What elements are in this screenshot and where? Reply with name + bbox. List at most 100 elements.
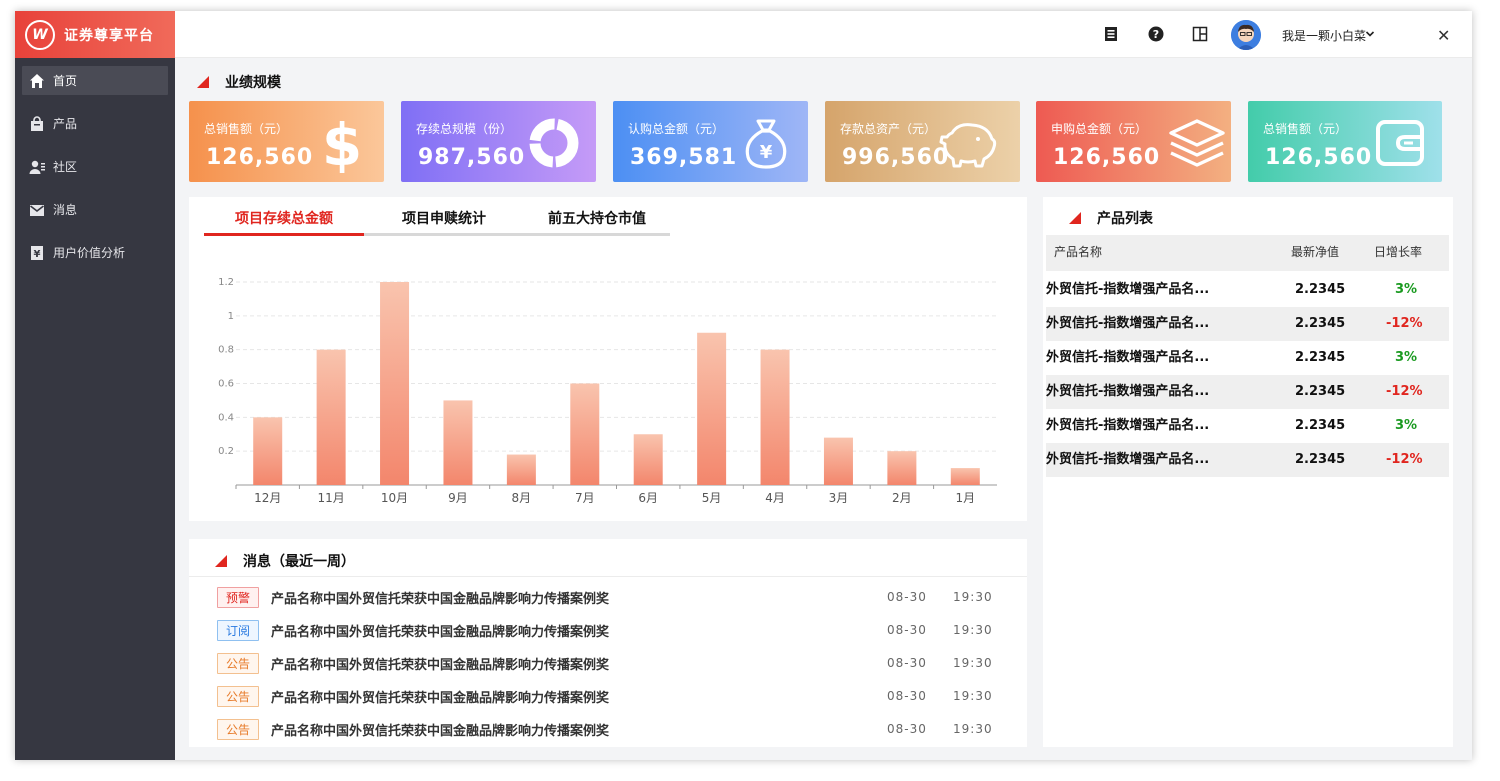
dollar-icon: $ xyxy=(322,113,362,173)
product-row[interactable]: 外贸信托-指数增强产品名... 2.2345 3% xyxy=(1046,273,1449,307)
sidebar-item-community[interactable]: 社区 xyxy=(22,152,168,181)
x-tick-label: 12月 xyxy=(254,491,281,505)
product-growth: 3% xyxy=(1395,350,1418,365)
product-row[interactable]: 外贸信托-指数增强产品名... 2.2345 3% xyxy=(1046,409,1449,443)
message-row[interactable]: 订阅 产品名称中国外贸信托荣获中国金融品牌影响力传播案例奖 08-30 19:30 xyxy=(217,619,1007,641)
card-label: 认购总金额（元） xyxy=(628,122,725,136)
svg-text:¥: ¥ xyxy=(760,142,773,163)
bar[interactable] xyxy=(506,454,536,485)
bar[interactable] xyxy=(760,349,790,485)
message-time: 19:30 xyxy=(953,656,993,670)
x-tick-label: 3月 xyxy=(829,491,849,505)
stat-card-outstanding-scale[interactable]: 存续总规模（份） 987,560 xyxy=(401,101,596,182)
message-row[interactable]: 公告 产品名称中国外贸信托荣获中国金融品牌影响力传播案例奖 08-30 19:30 xyxy=(217,685,1007,707)
money-bag-icon: ¥ xyxy=(745,119,787,169)
bar[interactable] xyxy=(887,451,917,485)
sidebar-item-label: 产品 xyxy=(53,117,78,131)
message-time: 19:30 xyxy=(953,689,993,703)
triangle-marker-icon xyxy=(1069,212,1081,224)
x-tick-label: 7月 xyxy=(575,491,595,505)
sidebar-item-label: 社区 xyxy=(53,160,78,174)
product-name: 外贸信托-指数增强产品名... xyxy=(1046,316,1210,331)
y-tick-label: 0.6 xyxy=(218,379,234,390)
bar[interactable] xyxy=(570,383,600,486)
x-tick-label: 11月 xyxy=(317,491,344,505)
brand-name: 证券尊享平台 xyxy=(64,27,154,44)
bar[interactable] xyxy=(443,400,473,485)
user-name[interactable]: 我是一颗小白菜 xyxy=(1282,27,1366,44)
card-label: 存续总规模（份） xyxy=(416,122,513,136)
users-icon xyxy=(29,159,45,175)
product-nav: 2.2345 xyxy=(1295,350,1346,365)
tab-outstanding-amount[interactable]: 项目存续总金额 xyxy=(204,207,364,236)
avatar[interactable] xyxy=(1231,20,1261,50)
stat-card-subscription-amount[interactable]: 认购总金额（元） 369,581 ¥ xyxy=(613,101,808,182)
bar[interactable] xyxy=(633,434,663,485)
bar[interactable] xyxy=(380,282,410,485)
column-header-growth: 日增长率 xyxy=(1374,245,1423,259)
stat-card-total-sales-2[interactable]: 总销售额（元） 126,560 xyxy=(1248,101,1442,182)
card-value: 987,560 xyxy=(418,145,526,170)
card-value: 126,560 xyxy=(206,145,314,170)
message-row[interactable]: 公告 产品名称中国外贸信托荣获中国金融品牌影响力传播案例奖 08-30 19:30 xyxy=(217,652,1007,674)
message-row[interactable]: 公告 产品名称中国外贸信托荣获中国金融品牌影响力传播案例奖 08-30 19:30 xyxy=(217,718,1007,740)
close-icon[interactable]: ✕ xyxy=(1437,26,1450,45)
stat-card-purchase-amount[interactable]: 申购总金额（元） 126,560 xyxy=(1036,101,1231,182)
message-date: 08-30 xyxy=(887,722,927,736)
product-nav: 2.2345 xyxy=(1295,418,1346,433)
chevron-down-icon[interactable] xyxy=(1365,28,1375,43)
product-row[interactable]: 外贸信托-指数增强产品名... 2.2345 -12% xyxy=(1046,307,1449,341)
column-header-nav: 最新净值 xyxy=(1291,245,1340,259)
bar-chart: 0.2 0.4 0.6 0.8 1 1.2 12月 11月 10月 9月 8月 7月 6月 5月 4月 3月 2… xyxy=(218,277,997,505)
product-growth: -12% xyxy=(1386,452,1423,467)
stat-card-total-sales[interactable]: 总销售额（元） 126,560 $ xyxy=(189,101,384,182)
product-nav: 2.2345 xyxy=(1295,384,1346,399)
mail-icon xyxy=(29,202,45,218)
chart-panel: 项目存续总金额 项目申赎统计 前五大持仓市值 0.2 0.4 0.6 0.8 1 1.2 1… xyxy=(189,197,1027,521)
sidebar-item-messages[interactable]: 消息 xyxy=(22,195,168,224)
brand[interactable]: W 证券尊享平台 xyxy=(15,11,175,58)
message-text: 产品名称中国外贸信托荣获中国金融品牌影响力传播案例奖 xyxy=(271,723,610,739)
tab-subscription-redemption[interactable]: 项目申赎统计 xyxy=(364,207,524,233)
document-icon[interactable] xyxy=(1102,25,1120,43)
x-tick-label: 8月 xyxy=(512,491,532,505)
column-header-name: 产品名称 xyxy=(1054,245,1103,259)
message-tag-badge: 公告 xyxy=(217,718,259,740)
svg-text:?: ? xyxy=(1153,28,1159,41)
product-row[interactable]: 外贸信托-指数增强产品名... 2.2345 3% xyxy=(1046,341,1449,375)
stat-card-deposit-assets[interactable]: 存款总资产（元） 996,560 xyxy=(825,101,1020,182)
donut-icon xyxy=(529,118,579,168)
message-row[interactable]: 预警 产品名称中国外贸信托荣获中国金融品牌影响力传播案例奖 08-30 19:30 xyxy=(217,586,1007,608)
bar[interactable] xyxy=(253,417,283,485)
x-tick-label: 6月 xyxy=(638,491,658,505)
product-name: 外贸信托-指数增强产品名... xyxy=(1046,418,1210,433)
sidebar-item-products[interactable]: 产品 xyxy=(22,109,168,138)
layers-icon xyxy=(1169,119,1225,167)
bar[interactable] xyxy=(950,468,980,485)
card-value: 369,581 xyxy=(630,145,738,170)
product-row[interactable]: 外贸信托-指数增强产品名... 2.2345 -12% xyxy=(1046,443,1449,477)
bar[interactable] xyxy=(316,349,346,485)
sidebar-item-home[interactable]: 首页 xyxy=(22,66,168,95)
bar[interactable] xyxy=(823,437,853,485)
piggy-bank-icon xyxy=(939,123,997,168)
product-row[interactable]: 外贸信托-指数增强产品名... 2.2345 -12% xyxy=(1046,375,1449,409)
message-date: 08-30 xyxy=(887,689,927,703)
layout-icon[interactable] xyxy=(1191,25,1209,43)
tab-top5-holdings[interactable]: 前五大持仓市值 xyxy=(524,207,670,233)
triangle-marker-icon xyxy=(215,555,227,567)
y-tick-label: 0.2 xyxy=(218,446,234,457)
sidebar-item-label: 首页 xyxy=(53,74,78,88)
sidebar-item-user-value-analysis[interactable]: ¥ 用户价值分析 xyxy=(22,238,168,267)
sidebar-item-label: 用户价值分析 xyxy=(53,246,126,260)
x-tick-label: 5月 xyxy=(702,491,722,505)
bar[interactable] xyxy=(697,332,727,485)
x-tick-label: 10月 xyxy=(381,491,408,505)
message-time: 19:30 xyxy=(953,722,993,736)
help-icon[interactable]: ? xyxy=(1147,25,1165,43)
svg-text:¥: ¥ xyxy=(34,249,41,260)
x-tick-label: 1月 xyxy=(955,491,975,505)
product-nav: 2.2345 xyxy=(1295,452,1346,467)
wallet-icon xyxy=(1376,120,1424,166)
y-tick-label: 0.8 xyxy=(218,345,234,356)
